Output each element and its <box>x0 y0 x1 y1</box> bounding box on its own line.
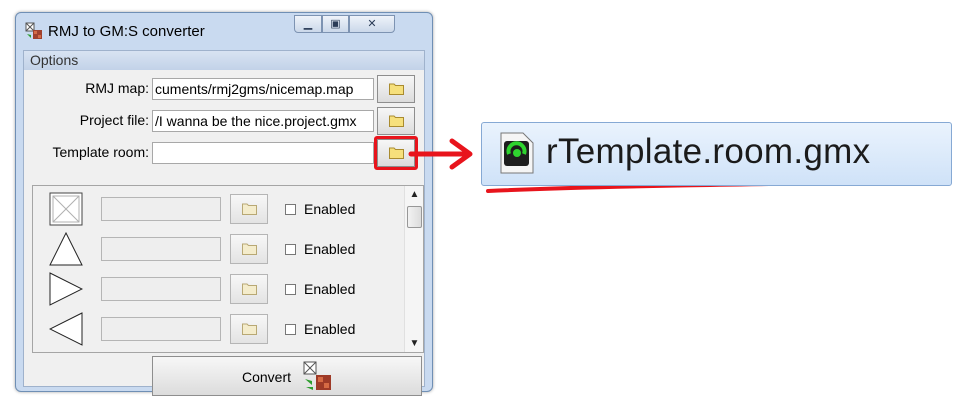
object-list-panel: Enabled Enabled Enabled Enabled ▲ ▼ <box>32 185 424 353</box>
highlight-box <box>374 136 418 170</box>
template-room-field[interactable] <box>152 142 374 164</box>
enabled-checkbox[interactable] <box>285 284 296 295</box>
block-icon <box>49 192 83 226</box>
client-area: Options RMJ map: cuments/rmj2gms/nicemap… <box>23 50 425 396</box>
project-file-label: Project file: <box>79 112 149 128</box>
object-field[interactable] <box>101 237 221 261</box>
triangle-right-icon <box>49 272 83 306</box>
convert-icon <box>303 361 331 390</box>
project-file-field[interactable]: /I wanna be the nice.project.gmx <box>152 110 374 132</box>
close-button[interactable]: ✕ <box>349 15 395 33</box>
object-field[interactable] <box>101 197 221 221</box>
object-field[interactable] <box>101 277 221 301</box>
enabled-label: Enabled <box>304 281 356 297</box>
enabled-label: Enabled <box>304 241 356 257</box>
gmx-file-icon <box>500 132 534 174</box>
rmj-map-field[interactable]: cuments/rmj2gms/nicemap.map <box>152 78 374 100</box>
close-icon: ✕ <box>367 18 377 30</box>
minimize-button[interactable]: ▁ <box>294 15 322 33</box>
options-header: Options <box>24 51 424 70</box>
enabled-checkbox[interactable] <box>285 204 296 215</box>
enabled-label: Enabled <box>304 201 356 217</box>
vertical-scrollbar[interactable]: ▲ ▼ <box>404 186 423 352</box>
file-item[interactable]: rTemplate.room.gmx <box>481 122 952 186</box>
rmj-map-label: RMJ map: <box>85 80 149 96</box>
rmj-map-browse-button[interactable] <box>377 75 415 103</box>
file-name-label: rTemplate.room.gmx <box>546 132 871 171</box>
folder-icon <box>242 323 257 335</box>
folder-icon <box>242 283 257 295</box>
maximize-icon: ▣ <box>330 18 341 30</box>
folder-icon <box>389 83 404 95</box>
object-browse-button[interactable] <box>230 314 268 344</box>
template-room-label: Template room: <box>52 144 149 160</box>
minimize-icon: ▁ <box>303 18 313 30</box>
window-title: RMJ to GM:S converter <box>48 23 205 40</box>
title-bar[interactable]: RMJ to GM:S converter ▁ ▣ ✕ <box>16 13 432 49</box>
object-browse-button[interactable] <box>230 274 268 304</box>
convert-label: Convert <box>242 369 292 385</box>
folder-icon <box>389 115 404 127</box>
enabled-checkbox[interactable] <box>285 244 296 255</box>
triangle-up-icon <box>49 232 83 266</box>
object-browse-button[interactable] <box>230 194 268 224</box>
object-browse-button[interactable] <box>230 234 268 264</box>
project-file-browse-button[interactable] <box>377 107 415 135</box>
folder-icon <box>242 243 257 255</box>
maximize-button[interactable]: ▣ <box>322 15 349 33</box>
app-icon <box>25 22 42 39</box>
folder-icon <box>242 203 257 215</box>
enabled-checkbox[interactable] <box>285 324 296 335</box>
scroll-up-icon[interactable]: ▲ <box>405 186 423 203</box>
scroll-down-icon[interactable]: ▼ <box>405 335 423 352</box>
object-field[interactable] <box>101 317 221 341</box>
convert-button[interactable]: Convert <box>152 356 422 396</box>
converter-window: RMJ to GM:S converter ▁ ▣ ✕ Options RMJ … <box>15 12 433 396</box>
triangle-left-icon <box>49 312 83 346</box>
enabled-label: Enabled <box>304 321 356 337</box>
scroll-thumb[interactable] <box>407 206 422 228</box>
